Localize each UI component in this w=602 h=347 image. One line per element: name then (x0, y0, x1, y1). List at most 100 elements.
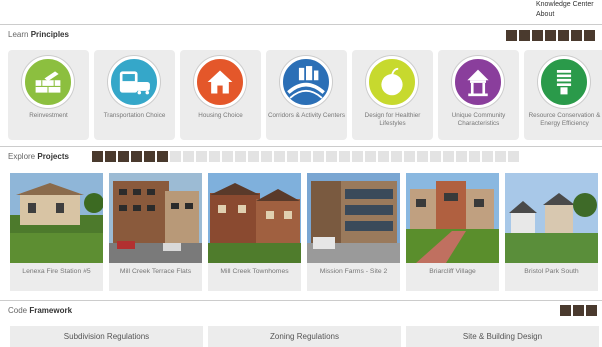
learn-principles-title: Learn Principles (8, 30, 69, 39)
principle-card-resource[interactable]: Resource Conservation & Energy Efficienc… (524, 50, 602, 140)
code-framework-header: Code Framework (0, 300, 602, 320)
pager-square[interactable] (571, 30, 582, 41)
project-card[interactable]: Lenexa Fire Station #5 (10, 173, 103, 291)
pager-square[interactable] (170, 151, 181, 162)
pager-square[interactable] (365, 151, 376, 162)
card-label: Transportation Choice (103, 112, 166, 119)
pager-square[interactable] (196, 151, 207, 162)
project-card[interactable]: Bristol Park South (505, 173, 598, 291)
principle-card-corridors[interactable]: Corridors & Activity Centers (266, 50, 347, 140)
pager-square[interactable] (573, 305, 584, 316)
site-building-design-button[interactable]: Site & Building Design (406, 326, 599, 347)
pager-square[interactable] (532, 30, 543, 41)
zoning-regulations-button[interactable]: Zoning Regulations (208, 326, 401, 347)
card-label: Resource Conservation & Energy Efficienc… (528, 112, 601, 127)
pager-square[interactable] (235, 151, 246, 162)
pager-square[interactable] (105, 151, 116, 162)
project-label: Mission Farms - Site 2 (319, 268, 388, 275)
pager-square[interactable] (495, 151, 506, 162)
gazebo-icon (452, 56, 504, 108)
corridor-icon (280, 56, 332, 108)
pager-square[interactable] (222, 151, 233, 162)
pager-square[interactable] (209, 151, 220, 162)
pager-square[interactable] (183, 151, 194, 162)
pager-square[interactable] (248, 151, 259, 162)
house-icon (194, 56, 246, 108)
pager-square[interactable] (287, 151, 298, 162)
pager-square[interactable] (261, 151, 272, 162)
pager-square[interactable] (352, 151, 363, 162)
project-photo (208, 173, 301, 263)
explore-projects-header: Explore Projects (0, 146, 602, 166)
pager-square[interactable] (144, 151, 155, 162)
card-label: Housing Choice (198, 112, 243, 119)
learn-principles-header: Learn Principles (0, 24, 602, 44)
subdivision-regulations-button[interactable]: Subdivision Regulations (10, 326, 203, 347)
project-label: Bristol Park South (524, 268, 579, 275)
bulb-icon (538, 56, 590, 108)
code-framework-title: Code Framework (8, 306, 73, 315)
projects-list: Lenexa Fire Station #5 Mill Creek Terrac… (10, 173, 598, 291)
card-label: Reinvestment (29, 112, 68, 119)
pager-square[interactable] (313, 151, 324, 162)
project-card[interactable]: Briarcliff Village (406, 173, 499, 291)
pager-square[interactable] (92, 151, 103, 162)
pager-square[interactable] (506, 30, 517, 41)
principle-card-housing[interactable]: Housing Choice (180, 50, 261, 140)
pager-square[interactable] (508, 151, 519, 162)
card-label: Design for Healthier Lifestyles (364, 112, 421, 127)
bus-icon (108, 56, 160, 108)
pager-square[interactable] (560, 305, 571, 316)
pager-square[interactable] (157, 151, 168, 162)
project-card[interactable]: Mission Farms - Site 2 (307, 173, 400, 291)
projects-pager (92, 151, 519, 162)
project-label: Mill Creek Townhomes (220, 268, 289, 275)
pager-square[interactable] (430, 151, 441, 162)
project-label: Lenexa Fire Station #5 (22, 268, 91, 275)
principles-pager (506, 30, 595, 41)
pager-square[interactable] (300, 151, 311, 162)
pager-square[interactable] (443, 151, 454, 162)
project-photo (10, 173, 103, 263)
principle-card-unique[interactable]: Unique Community Characteristics (438, 50, 519, 140)
principle-card-healthier[interactable]: Design for Healthier Lifestyles (352, 50, 433, 140)
pager-square[interactable] (545, 30, 556, 41)
pager-square[interactable] (584, 30, 595, 41)
framework-pager (560, 305, 597, 316)
principles-list: Reinvestment Transportation Choice Housi… (8, 50, 602, 140)
project-photo (406, 173, 499, 263)
bricks-icon (22, 56, 74, 108)
pager-square[interactable] (118, 151, 129, 162)
pager-square[interactable] (417, 151, 428, 162)
top-nav: Knowledge Center About (536, 0, 602, 20)
apple-icon (366, 56, 418, 108)
principle-card-reinvestment[interactable]: Reinvestment (8, 50, 89, 140)
pager-square[interactable] (391, 151, 402, 162)
pager-square[interactable] (558, 30, 569, 41)
pager-square[interactable] (339, 151, 350, 162)
project-label: Mill Creek Terrace Flats (119, 268, 192, 275)
pager-square[interactable] (131, 151, 142, 162)
card-label: Corridors & Activity Centers (268, 112, 345, 119)
nav-about[interactable]: About (536, 10, 602, 20)
project-card[interactable]: Mill Creek Townhomes (208, 173, 301, 291)
principle-card-transportation[interactable]: Transportation Choice (94, 50, 175, 140)
pager-square[interactable] (326, 151, 337, 162)
project-photo (505, 173, 598, 263)
pager-square[interactable] (482, 151, 493, 162)
pager-square[interactable] (274, 151, 285, 162)
project-photo (307, 173, 400, 263)
project-label: Briarcliff Village (429, 268, 476, 275)
project-card[interactable]: Mill Creek Terrace Flats (109, 173, 202, 291)
explore-projects-title: Explore Projects (8, 152, 69, 161)
pager-square[interactable] (586, 305, 597, 316)
framework-buttons: Subdivision Regulations Zoning Regulatio… (10, 326, 599, 347)
nav-knowledge-center[interactable]: Knowledge Center (536, 0, 602, 10)
project-photo (109, 173, 202, 263)
pager-square[interactable] (456, 151, 467, 162)
pager-square[interactable] (404, 151, 415, 162)
pager-square[interactable] (519, 30, 530, 41)
pager-square[interactable] (469, 151, 480, 162)
pager-square[interactable] (378, 151, 389, 162)
card-label: Unique Community Characteristics (451, 112, 506, 127)
